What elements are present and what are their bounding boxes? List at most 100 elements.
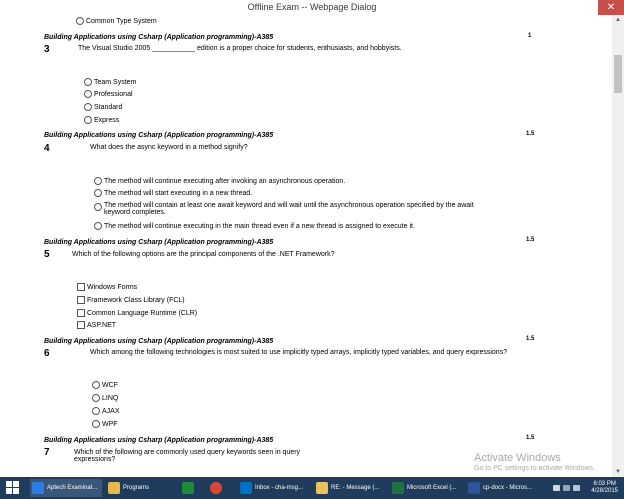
taskbar-item-aptech[interactable]: Aptech Examinat... [30,479,102,497]
option-label: Framework Class Library (FCL) [87,296,185,304]
question-number: 4 [44,143,50,154]
taskbar-item-excel[interactable]: Microsoft Excel (... [390,479,462,497]
network-icon[interactable] [563,485,570,491]
checkbox-icon[interactable] [77,296,85,304]
radio-icon[interactable] [84,103,92,111]
checkbox-icon[interactable] [77,321,85,329]
option-label: The method will continue executing after… [104,177,346,185]
windows-start-icon[interactable] [6,481,20,495]
clock-time: 6:03 PM [593,481,616,487]
taskbar-item-label: Aptech Examinat... [47,485,98,491]
window-title: Offline Exam -- Webpage Dialog [247,2,377,12]
question-text: The Visual Studio 2005 ___________ editi… [78,45,402,52]
option-clr[interactable]: Common Language Runtime (CLR) [77,309,197,317]
option-label: Windows Forms [87,283,138,291]
taskbar-item-word[interactable]: cp-docx - Micros... [466,479,538,497]
option-label: WPF [102,420,118,428]
option-label: Professional [94,90,133,98]
taskbar-item-label: RE: - Message (... [331,485,380,491]
activate-windows-watermark: Activate Windows [474,452,561,464]
exam-content: Common Type System Building Applications… [0,15,612,477]
notification-flag-icon[interactable] [553,485,560,491]
question-marks: 1.5 [526,131,535,137]
option-label: ASP.NET [87,321,117,329]
option-professional[interactable]: Professional [84,90,133,98]
taskbar: Aptech Examinat... Programs Inbox - cha-… [0,477,624,499]
radio-icon[interactable] [84,116,92,124]
option-ajax[interactable]: AJAX [92,407,120,415]
option-wcf[interactable]: WCF [92,381,118,389]
volume-icon[interactable] [573,485,580,491]
scroll-down-icon[interactable]: ▼ [612,467,624,477]
option-continue-after-async[interactable]: The method will continue executing after… [94,177,345,185]
option-fcl[interactable]: Framework Class Library (FCL) [77,296,185,304]
checkbox-icon[interactable] [77,283,85,291]
radio-icon[interactable] [76,17,84,25]
option-linq[interactable]: LINQ [92,394,118,402]
vertical-scrollbar[interactable]: ▲ ▼ [612,15,624,477]
option-label: AJAX [102,407,120,415]
option-express[interactable]: Express [84,116,119,124]
option-await-keyword[interactable]: The method will contain at least one awa… [94,202,478,216]
scrollbar-thumb[interactable] [614,55,622,93]
option-label: Standard [94,103,123,111]
taskbar-item-label: cp-docx - Micros... [483,485,533,491]
clock-date: 4/28/2015 [591,488,618,494]
radio-icon[interactable] [92,420,100,428]
radio-icon[interactable] [94,222,102,230]
radio-icon[interactable] [94,189,102,197]
question-text: Which among the following technologies i… [90,349,508,356]
question-text: Which of the following are commonly used… [74,449,301,463]
option-aspnet[interactable]: ASP.NET [77,321,116,329]
option-label: LINQ [102,394,119,402]
option-windows-forms[interactable]: Windows Forms [77,283,137,291]
word-icon [468,482,480,494]
radio-icon[interactable] [84,78,92,86]
scroll-up-icon[interactable]: ▲ [612,15,624,25]
question-marks: 1.5 [526,336,535,342]
radio-icon[interactable] [92,394,100,402]
question-marks: 1 [528,33,532,39]
radio-icon[interactable] [94,177,102,185]
taskbar-item-label: Programs [123,485,150,491]
radio-icon[interactable] [94,203,102,211]
checkbox-icon[interactable] [77,309,85,317]
taskbar-item-outlook[interactable]: Inbox - cha-msg... [238,479,310,497]
taskbar-item-message[interactable]: RE: - Message (... [314,479,386,497]
option-team-system[interactable]: Team System [84,78,136,86]
option-label: Common Type System [86,17,157,25]
question-marks: 1.5 [526,435,535,441]
outlook-icon [240,482,252,494]
radio-icon[interactable] [92,407,100,415]
internet-explorer-icon [32,482,44,494]
chrome-icon [210,482,222,494]
option-label: Express [94,116,120,124]
option-label: Team System [94,78,137,86]
taskbar-item-chrome[interactable] [208,479,230,497]
option-label: The method will contain at least one awa… [104,202,474,216]
option-label: WCF [102,381,118,389]
taskbar-item-programs[interactable]: Programs [106,479,176,497]
section-title: Building Applications using Csharp (Appl… [44,132,274,139]
taskbar-item-label: Inbox - cha-msg... [255,485,304,491]
option-main-thread[interactable]: The method will continue executing in th… [94,222,415,230]
option-standard[interactable]: Standard [84,103,122,111]
section-title: Building Applications using Csharp (Appl… [44,338,274,345]
option-wpf[interactable]: WPF [92,420,118,428]
option-new-thread[interactable]: The method will start executing in a new… [94,189,252,197]
radio-icon[interactable] [84,90,92,98]
question-number: 7 [44,447,50,458]
taskbar-item-store[interactable] [180,479,202,497]
question-number: 6 [44,348,50,359]
window-titlebar: Offline Exam -- Webpage Dialog ✕ [0,0,624,16]
option-common-type-system[interactable]: Common Type System [76,17,157,25]
radio-icon[interactable] [92,381,100,389]
excel-icon [392,482,404,494]
mail-icon [316,482,328,494]
option-label: Common Language Runtime (CLR) [87,309,198,317]
question-text: What does the async keyword in a method … [90,144,248,151]
activate-windows-hint: Go to PC settings to activate Windows. [474,465,595,472]
store-icon [182,482,194,494]
taskbar-clock[interactable]: 6:03 PM 4/28/2015 [591,481,618,495]
close-icon[interactable]: ✕ [598,0,624,15]
